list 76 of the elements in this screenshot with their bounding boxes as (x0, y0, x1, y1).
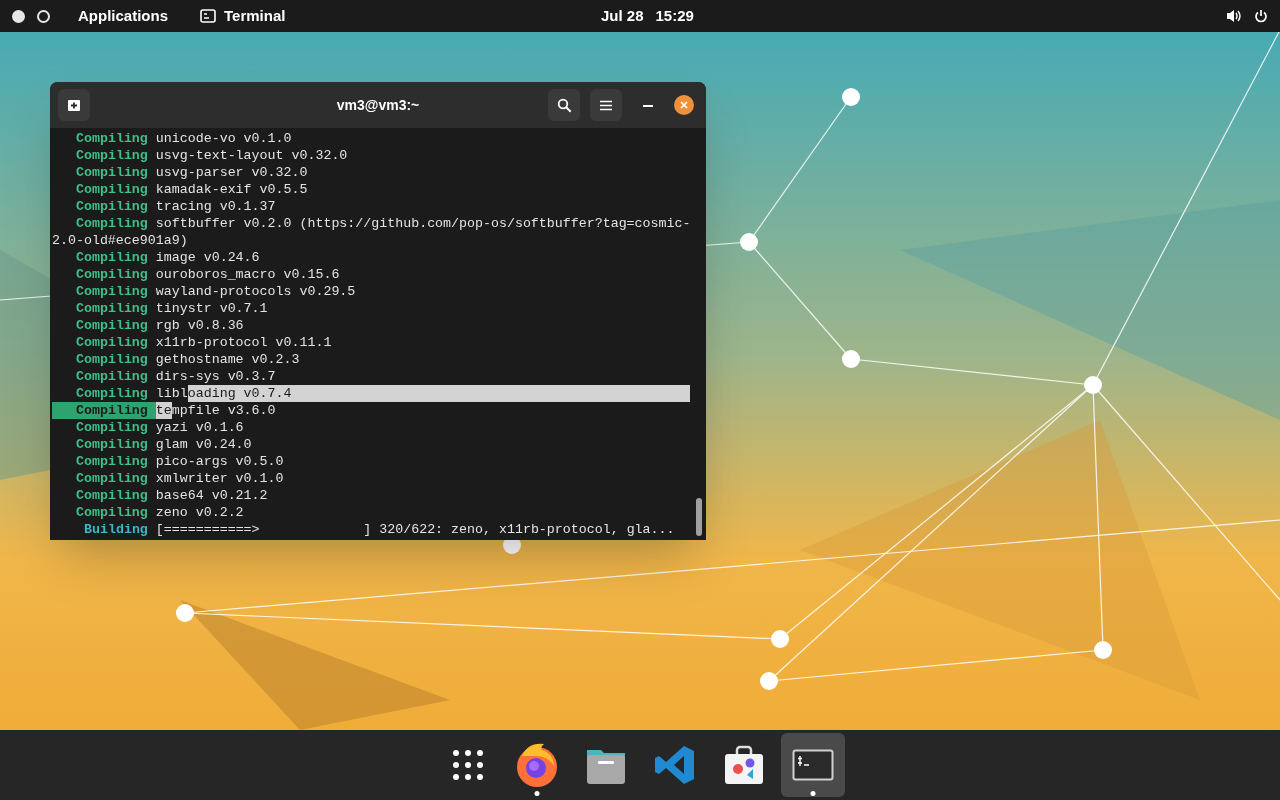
output-text: xmlwriter v0.1.0 (155, 470, 284, 487)
output-text: yazi v0.1.6 (155, 419, 244, 436)
status-label: Compiling (75, 317, 149, 334)
search-icon (556, 97, 572, 113)
status-label: Compiling (75, 147, 149, 164)
output-text: base64 v0.21.2 (155, 487, 268, 504)
status-label: Compiling (75, 198, 149, 215)
status-label: Compiling (75, 351, 149, 368)
minimize-icon (643, 103, 653, 107)
output-text: tinystr v0.7.1 (155, 300, 268, 317)
status-label: Compiling (75, 164, 149, 181)
status-label: Compiling (52, 402, 156, 419)
status-label: Compiling (75, 181, 149, 198)
output-text: [===========> ] 320/622: zeno, x11rb-protocol, gla... (155, 521, 675, 538)
output-text: wayland-protocols v0.29.5 (155, 283, 356, 300)
status-label: Compiling (75, 368, 149, 385)
output-text: pico-args v0.5.0 (155, 453, 284, 470)
running-indicator (534, 791, 539, 796)
status-label: Compiling (75, 283, 149, 300)
date-text: Jul 28 (601, 5, 644, 26)
workspace-indicator[interactable] (12, 9, 25, 23)
terminal-icon (200, 9, 216, 23)
output-text: ouroboros_macro v0.15.6 (155, 266, 340, 283)
output-text: rgb v0.8.36 (155, 317, 244, 334)
status-label: Compiling (75, 300, 149, 317)
status-label: Compiling (75, 266, 149, 283)
volume-icon[interactable] (1226, 9, 1242, 23)
output-text: dirs-sys v0.3.7 (155, 368, 276, 385)
status-label: Compiling (75, 249, 149, 266)
output-text: x11rb-protocol v0.11.1 (155, 334, 332, 351)
running-indicator (810, 791, 815, 796)
power-icon[interactable] (1254, 9, 1268, 23)
status-label: Compiling (75, 334, 149, 351)
search-button[interactable] (548, 89, 580, 121)
code-editor-icon (653, 744, 696, 786)
close-icon (680, 101, 688, 109)
close-button[interactable] (674, 95, 694, 115)
output-text: unicode-vo v0.1.0 (155, 130, 292, 147)
shopping-bag-icon (722, 744, 765, 786)
terminal-icon (791, 749, 834, 781)
workspace-indicator[interactable] (37, 9, 50, 23)
active-app-menu[interactable]: Terminal (200, 4, 286, 28)
output-text: image v0.24.6 (155, 249, 260, 266)
status-label: Compiling (75, 470, 149, 487)
status-label: Compiling (75, 487, 149, 504)
output-text: zeno v0.2.2 (155, 504, 244, 521)
new-tab-icon (67, 98, 81, 112)
status-label: Compiling (75, 130, 149, 147)
status-label: Compiling (75, 504, 149, 521)
output-text: glam v0.24.0 (155, 436, 252, 453)
output-text: tracing v0.1.37 (155, 198, 276, 215)
status-label: Compiling (75, 436, 149, 453)
clock[interactable]: Jul 28 15:29 (601, 4, 694, 28)
time-text: 15:29 (655, 5, 694, 26)
output-text: softbuffer v0.2.0 (https://github.com/pop-os/softbuffer?tag=cosmic- (155, 215, 691, 232)
output-text: mpfile v3.6.0 (171, 402, 276, 419)
status-label: Compiling (75, 419, 149, 436)
output-text: usvg-text-layout v0.32.0 (155, 147, 348, 164)
applications-menu[interactable]: Applications (78, 4, 168, 28)
new-tab-button[interactable] (58, 89, 90, 121)
output-text: kamadak-exif v0.5.5 (155, 181, 308, 198)
window-title: vm3@vm3:~ (336, 95, 420, 115)
output-text: usvg-parser v0.32.0 (155, 164, 308, 181)
output-text: libl (155, 385, 188, 402)
dock-item[interactable] (780, 733, 845, 797)
status-label: Compiling (75, 215, 149, 232)
app-grid-icon (451, 749, 484, 781)
status-label: Building (83, 521, 149, 538)
output-text: gethostname v0.2.3 (155, 351, 300, 368)
scrollbar-thumb[interactable] (696, 498, 702, 536)
status-label: Compiling (75, 385, 149, 402)
menu-button[interactable] (590, 89, 622, 121)
output-text: oading v0.7.4 (187, 385, 691, 402)
menu-icon (600, 99, 612, 111)
output-text: 2.0-old#ece901a9) (52, 232, 188, 249)
status-label: Compiling (75, 453, 149, 470)
